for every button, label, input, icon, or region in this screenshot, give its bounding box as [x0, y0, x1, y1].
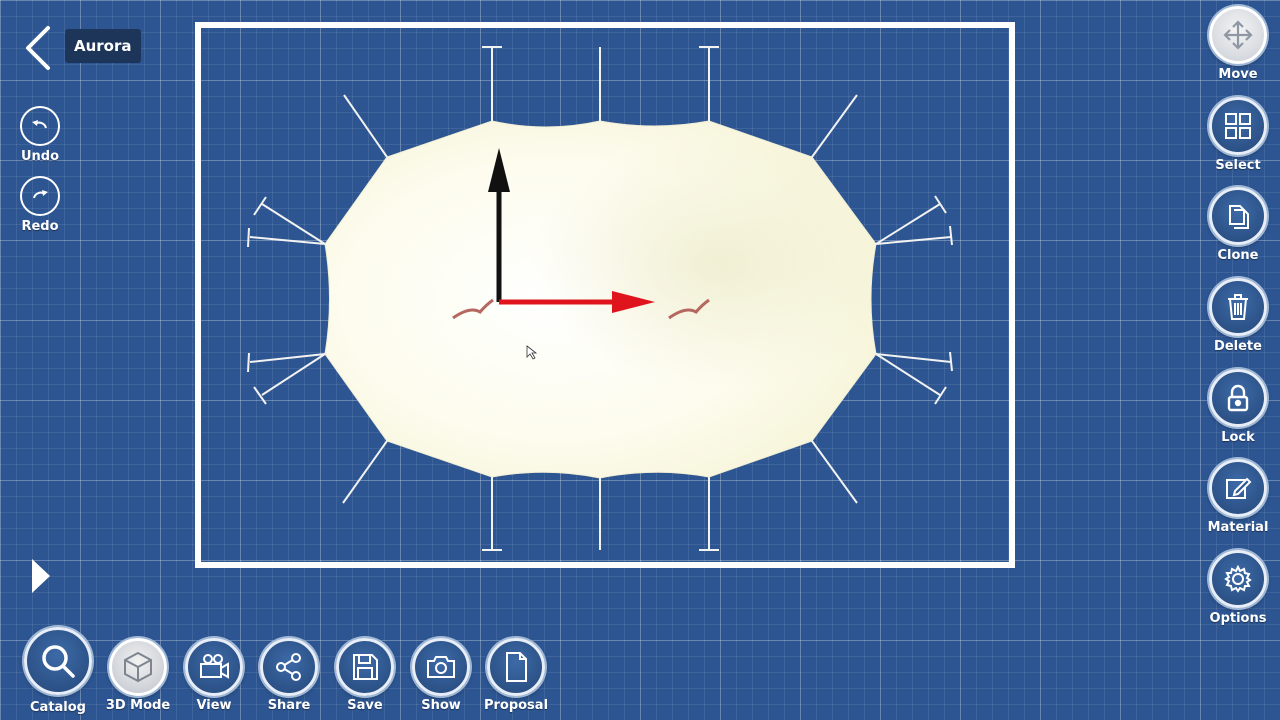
clone-tool-button[interactable]: Clone — [1202, 187, 1274, 263]
lock-icon — [1209, 369, 1267, 427]
show-label: Show — [421, 698, 461, 713]
save-button[interactable]: Save — [332, 638, 398, 713]
play-arrow-icon — [32, 559, 50, 593]
move-label: Move — [1218, 67, 1258, 82]
gear-icon — [1209, 550, 1267, 608]
cube-icon — [109, 638, 167, 696]
options-label: Options — [1209, 611, 1267, 626]
material-label: Material — [1207, 520, 1269, 535]
move-tool-button[interactable]: Move — [1202, 6, 1274, 82]
camera-icon — [185, 638, 243, 696]
material-tool-button[interactable]: Material — [1202, 459, 1274, 535]
redo-button[interactable]: Redo — [10, 176, 70, 234]
catalog-button[interactable]: Catalog — [21, 627, 95, 715]
share-icon — [260, 638, 318, 696]
redo-icon — [20, 176, 60, 216]
delete-label: Delete — [1214, 339, 1262, 354]
expand-panel-button[interactable] — [30, 557, 52, 595]
delete-tool-button[interactable]: Delete — [1202, 278, 1274, 354]
lock-tool-button[interactable]: Lock — [1202, 369, 1274, 445]
back-button[interactable] — [22, 24, 56, 72]
view-button[interactable]: View — [181, 638, 247, 713]
lock-label: Lock — [1221, 430, 1255, 445]
save-label: Save — [347, 698, 383, 713]
proposal-button[interactable]: Proposal — [483, 638, 549, 713]
catalog-label: Catalog — [30, 700, 86, 715]
project-title[interactable]: Aurora — [65, 29, 141, 63]
edit-icon — [1209, 459, 1267, 517]
trash-icon — [1209, 278, 1267, 336]
undo-icon — [20, 106, 60, 146]
select-label: Select — [1215, 158, 1261, 173]
save-icon — [336, 638, 394, 696]
design-canvas[interactable] — [0, 0, 1280, 720]
document-icon — [487, 638, 545, 696]
clone-icon — [1209, 187, 1267, 245]
move-icon — [1209, 6, 1267, 64]
redo-label: Redo — [21, 219, 59, 234]
share-button[interactable]: Share — [256, 638, 322, 713]
3d-mode-button[interactable]: 3D Mode — [105, 638, 171, 713]
options-tool-button[interactable]: Options — [1202, 550, 1274, 626]
undo-button[interactable]: Undo — [10, 106, 70, 164]
3d-mode-label: 3D Mode — [105, 698, 171, 713]
photo-icon — [412, 638, 470, 696]
share-label: Share — [267, 698, 311, 713]
undo-label: Undo — [20, 149, 60, 164]
clone-label: Clone — [1217, 248, 1259, 263]
select-tool-button[interactable]: Select — [1202, 97, 1274, 173]
select-icon — [1209, 97, 1267, 155]
view-label: View — [196, 698, 232, 713]
search-icon — [24, 627, 92, 695]
show-button[interactable]: Show — [408, 638, 474, 713]
chevron-left-icon — [26, 26, 50, 70]
proposal-label: Proposal — [483, 698, 549, 713]
